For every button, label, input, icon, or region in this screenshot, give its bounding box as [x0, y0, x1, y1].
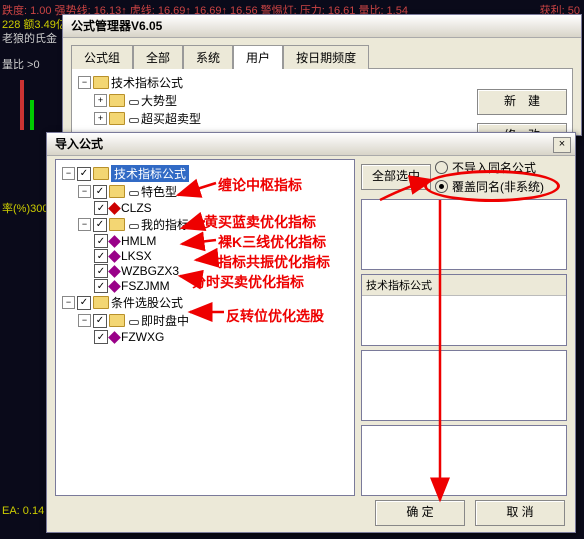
- folder-icon: [109, 314, 125, 327]
- checkbox[interactable]: [77, 296, 91, 310]
- tree-leaf[interactable]: FZWXG: [121, 330, 164, 344]
- checkbox[interactable]: [94, 201, 108, 215]
- list-header: 技术指标公式: [362, 275, 566, 296]
- tree-label[interactable]: 大势型: [141, 92, 177, 109]
- candle: [30, 100, 34, 130]
- tree-label[interactable]: 我的指标: [141, 216, 189, 233]
- bg-text: 老狼的氏金: [2, 30, 57, 46]
- radio-overwrite[interactable]: [435, 180, 448, 193]
- tab-bar: 公式组 全部 系统 用户 按日期频度: [71, 44, 581, 68]
- diamond-icon: [108, 280, 121, 293]
- diamond-icon: [108, 331, 121, 344]
- info-box-2: [361, 425, 567, 496]
- tab-system[interactable]: 系统: [183, 45, 233, 69]
- tab-by-date[interactable]: 按日期频度: [283, 45, 369, 69]
- diamond-icon: [108, 265, 121, 278]
- list-box: 技术指标公式: [361, 274, 567, 345]
- collapse-icon[interactable]: −: [62, 167, 75, 180]
- checkbox[interactable]: [94, 279, 108, 293]
- close-icon[interactable]: ×: [553, 137, 571, 153]
- checkbox[interactable]: [77, 167, 91, 181]
- select-all-button[interactable]: 全部选中: [361, 164, 431, 190]
- folder-icon: [109, 218, 125, 231]
- tab-formula-group[interactable]: 公式组: [71, 45, 133, 69]
- folder-icon: [109, 112, 125, 125]
- link-icon: [127, 221, 139, 229]
- tab-all[interactable]: 全部: [133, 45, 183, 69]
- dialog-footer: 确 定 取 消: [47, 500, 565, 526]
- radio-label[interactable]: 覆盖同名(非系统): [452, 178, 544, 195]
- folder-icon: [93, 76, 109, 89]
- folder-icon: [109, 185, 125, 198]
- link-icon: [127, 188, 139, 196]
- ok-button[interactable]: 确 定: [375, 500, 465, 526]
- checkbox[interactable]: [93, 185, 107, 199]
- radio-skip-same[interactable]: [435, 161, 448, 174]
- expand-icon[interactable]: −: [78, 76, 91, 89]
- import-tree-panel: − 技术指标公式 − 特色型 CLZS − 我的指标 HMLM LKSX WZBGZX…: [55, 159, 355, 496]
- formula-manager-window: 公式管理器V6.05 公式组 全部 系统 用户 按日期频度 − 技术指标公式 + 大…: [62, 14, 582, 136]
- cancel-button[interactable]: 取 消: [475, 500, 565, 526]
- diamond-icon: [108, 202, 121, 215]
- tree-leaf[interactable]: CLZS: [121, 201, 152, 215]
- tab-user[interactable]: 用户: [233, 45, 283, 69]
- tree-label[interactable]: 技术指标公式: [111, 165, 189, 182]
- collapse-icon[interactable]: −: [78, 314, 91, 327]
- checkbox[interactable]: [94, 234, 108, 248]
- radio-label[interactable]: 不导入同名公式: [452, 159, 536, 176]
- link-icon: [127, 115, 139, 123]
- checkbox[interactable]: [94, 264, 108, 278]
- tree-label[interactable]: 即时盘中: [141, 312, 189, 329]
- bg-text: 量比 >0: [2, 56, 40, 72]
- new-button[interactable]: 新 建: [477, 89, 567, 115]
- tree-leaf[interactable]: FSZJMM: [121, 279, 170, 293]
- import-formula-window: 导入公式 × −技术指标公式 −特色型 CLZS −我的指标 HMLM LKS: [46, 132, 576, 533]
- right-column: 全部选中 不导入同名公式 覆盖同名(非系统) 技术指标公式: [361, 159, 567, 496]
- checkbox[interactable]: [94, 249, 108, 263]
- preview-box: [361, 199, 567, 270]
- collapse-icon[interactable]: −: [62, 296, 75, 309]
- checkbox[interactable]: [94, 330, 108, 344]
- folder-icon: [93, 167, 109, 180]
- expand-icon[interactable]: +: [94, 112, 107, 125]
- tree-leaf[interactable]: HMLM: [121, 234, 156, 248]
- folder-icon: [93, 296, 109, 309]
- diamond-icon: [108, 235, 121, 248]
- collapse-icon[interactable]: −: [78, 185, 91, 198]
- diamond-icon: [108, 250, 121, 263]
- expand-icon[interactable]: +: [94, 94, 107, 107]
- link-icon: [127, 97, 139, 105]
- tree-label[interactable]: 条件选股公式: [111, 294, 183, 311]
- collapse-icon[interactable]: −: [78, 218, 91, 231]
- tree-label[interactable]: 超买超卖型: [141, 110, 201, 127]
- tree-leaf[interactable]: LKSX: [121, 249, 152, 263]
- checkbox[interactable]: [93, 218, 107, 232]
- link-icon: [127, 317, 139, 325]
- window-title: 导入公式: [47, 133, 575, 156]
- tree-label[interactable]: 特色型: [141, 183, 177, 200]
- tree-leaf[interactable]: WZBGZX3: [121, 264, 179, 278]
- folder-icon: [109, 94, 125, 107]
- checkbox[interactable]: [93, 314, 107, 328]
- import-tree[interactable]: − 技术指标公式 − 特色型 CLZS − 我的指标 HMLM LKSX WZBGZX…: [60, 165, 350, 344]
- candle: [20, 80, 24, 130]
- bg-text: EA: 0.14: [2, 505, 44, 517]
- bg-text: 率(%)300: [2, 200, 48, 216]
- tree-label[interactable]: 技术指标公式: [111, 74, 183, 91]
- info-box-1: [361, 350, 567, 421]
- window-title: 公式管理器V6.05: [63, 15, 581, 38]
